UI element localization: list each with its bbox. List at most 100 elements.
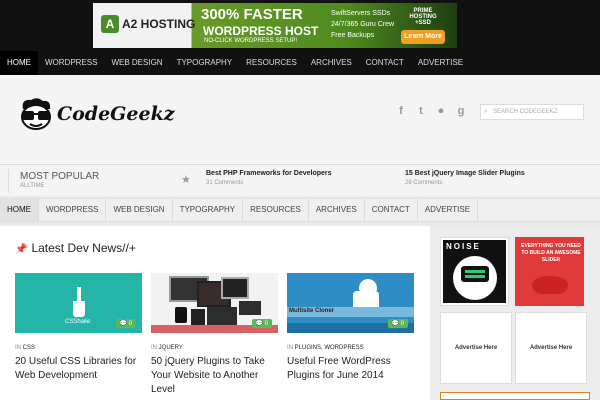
ad-feature: Free Backups [331, 32, 375, 39]
sub-nav-web-design[interactable]: WEB DESIGN [106, 199, 173, 221]
main-nav-resources[interactable]: RESOURCES [239, 51, 304, 75]
robot-visor [461, 266, 489, 282]
popular-item-title[interactable]: Best PHP Frameworks for Developers [206, 170, 332, 177]
device-icon [207, 307, 237, 325]
comment-count: 0 [128, 321, 132, 327]
logo-text: CodeGeekz [57, 103, 175, 125]
main-nav-typography[interactable]: TYPOGRAPHY [170, 51, 240, 75]
in-label: IN [287, 345, 293, 351]
main-nav-web-design[interactable]: WEB DESIGN [104, 51, 169, 75]
cup-icon [73, 301, 85, 317]
sub-nav-resources[interactable]: RESOURCES [243, 199, 309, 221]
comment-badge: 💬 0 [387, 319, 408, 328]
comment-count: 0 [400, 321, 404, 327]
category-link[interactable]: PLUGINS, WORDPRESS [295, 345, 364, 351]
slider-ad-text: EVERYTHING YOU NEED TO BUILD AN AWESOME … [521, 243, 581, 263]
main-nav: HOME WORDPRESS WEB DESIGN TYPOGRAPHY RES… [0, 51, 600, 75]
hosting-banner-ad[interactable]: A A2 HOSTING 300% FASTER WORDPRESS HOST N… [93, 3, 457, 48]
sub-nav-contact[interactable]: CONTACT [365, 199, 418, 221]
ad-subhead: WORDPRESS HOST [203, 24, 319, 38]
main-content: 📌 Latest Dev News//+ CSShake 💬 0 IN CSS 2… [0, 226, 430, 400]
secondary-nav: HOME WORDPRESS WEB DESIGN TYPOGRAPHY RES… [0, 198, 600, 222]
in-label: IN [151, 345, 157, 351]
ad-learn-more-button[interactable]: Learn More [401, 30, 445, 44]
main-nav-contact[interactable]: CONTACT [359, 51, 411, 75]
sub-nav-advertise[interactable]: ADVERTISE [418, 199, 479, 221]
post-category: IN CSS [15, 345, 142, 351]
most-popular-title: MOST POPULAR [20, 171, 100, 182]
search-icon: ⌕ [484, 108, 488, 115]
most-popular-bar: MOST POPULAR ALLTIME ★ Best PHP Framewor… [0, 164, 600, 196]
social-links: f t ● g [394, 104, 468, 118]
post-title[interactable]: Useful Free WordPress Plugins for June 2… [287, 355, 414, 383]
popular-item[interactable]: Best PHP Frameworks for Developers 31 Co… [206, 170, 332, 186]
site-logo[interactable]: CodeGeekz [17, 97, 177, 137]
device-icon [191, 309, 205, 325]
post-category: IN PLUGINS, WORDPRESS [287, 345, 414, 351]
divider [8, 169, 9, 193]
site-header: CodeGeekz f t ● g ⌕ SEARCH CODEGEEKZ [0, 75, 600, 164]
ad-brand-label: A2 HOSTING [122, 17, 196, 31]
comment-badge: 💬 0 [115, 319, 136, 328]
advertise-here-slot[interactable]: Advertise Here [440, 312, 512, 384]
device-icon [239, 301, 261, 315]
robot-eye [465, 270, 485, 273]
post-card[interactable]: 💬 0 IN JQUERY 50 jQuery Plugins to Take … [151, 273, 278, 397]
main-nav-wordpress[interactable]: WORDPRESS [38, 51, 104, 75]
noise-ad-text: NOISE [446, 242, 481, 251]
sub-nav-archives[interactable]: ARCHIVES [309, 199, 365, 221]
monitor-icon [221, 277, 249, 299]
noise-ad[interactable]: NOISE [440, 237, 509, 306]
ad-brand: A A2 HOSTING [101, 15, 195, 33]
popular-item[interactable]: 15 Best jQuery Image Slider Plugins 28 C… [405, 170, 525, 186]
star-icon: ★ [181, 174, 191, 186]
post-thumbnail[interactable]: Multisite Cloner 💬 0 [287, 273, 414, 333]
github-icon[interactable]: ● [434, 104, 448, 118]
twitter-icon[interactable]: t [414, 104, 428, 118]
top-banner-bar: A A2 HOSTING 300% FASTER WORDPRESS HOST N… [0, 0, 600, 51]
post-thumbnail[interactable]: CSShake 💬 0 [15, 273, 142, 333]
post-card[interactable]: Multisite Cloner 💬 0 IN PLUGINS, WORDPRE… [287, 273, 414, 383]
sub-nav-wordpress[interactable]: WORDPRESS [39, 199, 107, 221]
main-nav-advertise[interactable]: ADVERTISE [411, 51, 470, 75]
sub-nav-typography[interactable]: TYPOGRAPHY [173, 199, 244, 221]
phone-icon [175, 307, 187, 323]
comment-badge: 💬 0 [251, 319, 272, 328]
slider-ad[interactable]: EVERYTHING YOU NEED TO BUILD AN AWESOME … [515, 237, 584, 306]
sidebar: NOISE EVERYTHING YOU NEED TO BUILD AN AW… [430, 226, 600, 400]
popular-item-comments: 31 Comments [206, 180, 244, 186]
thumb-caption: Multisite Cloner [289, 308, 335, 314]
pin-icon: 📌 [15, 244, 28, 255]
most-popular-subtitle: ALLTIME [20, 183, 45, 189]
search-input[interactable]: ⌕ SEARCH CODEGEEKZ [480, 104, 584, 120]
post-thumbnail[interactable]: 💬 0 [151, 273, 278, 333]
sub-nav-home[interactable]: HOME [0, 199, 39, 221]
ad-tagline: NO-CLICK WORDPRESS SETUP! [204, 38, 298, 44]
sidebar-widget [440, 392, 590, 400]
robot-eye [465, 275, 485, 278]
in-label: IN [15, 345, 21, 351]
search-placeholder: SEARCH CODEGEEKZ [493, 109, 558, 115]
advertise-here-slot[interactable]: Advertise Here [515, 312, 587, 384]
geek-mascot-icon [21, 98, 51, 130]
main-nav-home[interactable]: HOME [0, 51, 38, 75]
category-link[interactable]: CSS [23, 345, 35, 351]
category-link[interactable]: JQUERY [159, 345, 183, 351]
post-title[interactable]: 20 Useful CSS Libraries for Web Developm… [15, 355, 142, 383]
popular-item-comments: 28 Comments [405, 180, 443, 186]
post-category: IN JQUERY [151, 345, 278, 351]
thumb-caption: CSShake [65, 319, 91, 325]
ad-features: SwiftServers SSDs 24/7/365 Guru Crew Fre… [331, 8, 394, 41]
post-title[interactable]: 50 jQuery Plugins to Take Your Website t… [151, 355, 278, 397]
popular-item-title[interactable]: 15 Best jQuery Image Slider Plugins [405, 170, 525, 177]
facebook-icon[interactable]: f [394, 104, 408, 118]
google-plus-icon[interactable]: g [454, 104, 468, 118]
a2-logo-icon: A [101, 15, 119, 33]
section-title-text: Latest Dev News//+ [31, 241, 136, 255]
main-nav-archives[interactable]: ARCHIVES [304, 51, 359, 75]
section-title: 📌 Latest Dev News//+ [15, 241, 136, 255]
post-card[interactable]: CSShake 💬 0 IN CSS 20 Useful CSS Librari… [15, 273, 142, 383]
ad-offer: PRIME HOSTING +SSD [409, 8, 437, 26]
ad-headline: 300% FASTER [201, 6, 303, 23]
comment-count: 0 [264, 321, 268, 327]
